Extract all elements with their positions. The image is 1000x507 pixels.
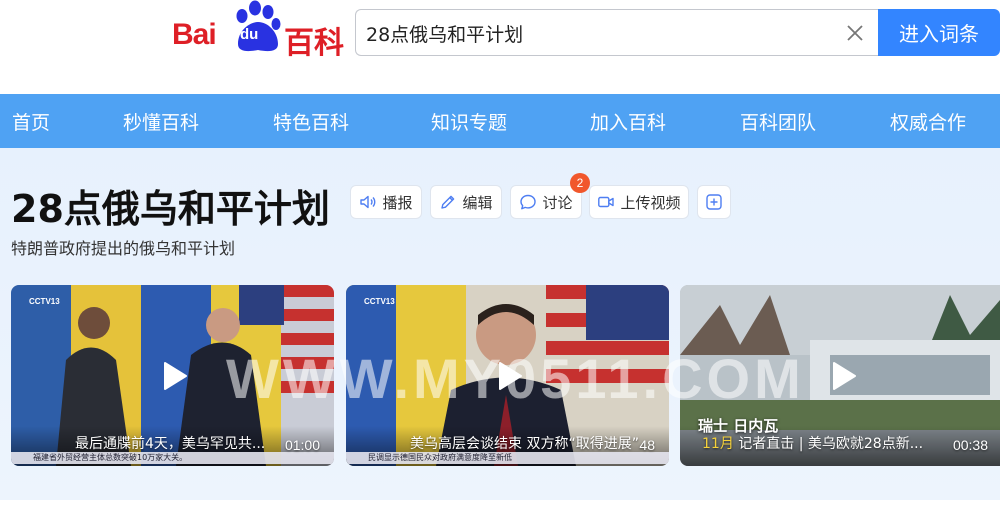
baidu-baike-logo[interactable]: Bai du 百科 bbox=[172, 0, 344, 61]
plus-square-icon bbox=[706, 194, 722, 210]
header: Bai du 百科 进入词条 bbox=[0, 0, 1000, 94]
nav-item-home[interactable]: 首页 bbox=[12, 108, 50, 135]
search-input[interactable] bbox=[366, 18, 836, 48]
edit-label: 编辑 bbox=[462, 193, 493, 212]
entry-subtitle: 特朗普政府提出的俄乌和平计划 bbox=[11, 239, 236, 258]
play-icon bbox=[499, 362, 522, 390]
video-duration: 00:38 bbox=[952, 437, 988, 453]
enter-entry-button[interactable]: 进入词条 bbox=[878, 9, 1000, 56]
speaker-icon bbox=[360, 195, 376, 209]
edit-button[interactable]: 编辑 bbox=[430, 185, 502, 219]
nav-item-team[interactable]: 百科团队 bbox=[740, 108, 816, 135]
upload-video-label: 上传视频 bbox=[620, 193, 681, 212]
discuss-button[interactable]: 讨论 bbox=[510, 185, 582, 219]
play-icon bbox=[164, 362, 187, 390]
discuss-count-badge: 2 bbox=[570, 173, 590, 193]
video-title: 最后通牒前4天，美乌罕见共... bbox=[75, 436, 266, 452]
logo-du-text: du bbox=[240, 26, 259, 43]
video-card[interactable]: CCTV13 民调显示德国民众对政府满意度降至新低 美乌高层会谈结束 双方称“取… bbox=[346, 285, 669, 466]
video-title-text: 记者直击 | 美乌欧就28点新... bbox=[738, 436, 924, 452]
news-ticker: 福建省外贸经营主体总数突破10万家大关。 bbox=[11, 452, 334, 464]
entry-title: 28点俄乌和平计划 bbox=[11, 187, 330, 231]
entry-main: 28点俄乌和平计划 特朗普政府提出的俄乌和平计划 播报 编辑 讨论 2 上传视频 bbox=[0, 148, 1000, 500]
bottom-strip bbox=[0, 500, 1000, 507]
logo-baike-text: 百科 bbox=[284, 26, 344, 61]
video-card[interactable]: CCTV13 福建省外贸经营主体总数突破10万家大关。 最后通牒前4天，美乌罕见… bbox=[11, 285, 334, 466]
play-icon bbox=[833, 362, 856, 390]
nav-item-cooperation[interactable]: 权威合作 bbox=[890, 108, 966, 135]
nav-item-miaodong[interactable]: 秒懂百科 bbox=[123, 108, 199, 135]
upload-video-button[interactable]: 上传视频 bbox=[589, 185, 689, 219]
pencil-icon bbox=[441, 195, 455, 209]
more-add-button[interactable] bbox=[697, 185, 731, 219]
chat-bubble-icon bbox=[520, 194, 537, 210]
play-audio-button[interactable]: 播报 bbox=[350, 185, 422, 219]
discuss-label: 讨论 bbox=[542, 193, 573, 212]
logo-bai-text: Bai bbox=[172, 18, 217, 51]
video-title: 美乌高层会谈结束 双方称“取得进展” bbox=[410, 436, 639, 452]
nav-item-join[interactable]: 加入百科 bbox=[590, 108, 666, 135]
video-camera-icon bbox=[598, 196, 615, 208]
channel-logo: CCTV13 bbox=[364, 297, 395, 306]
video-duration: 48 bbox=[639, 437, 655, 453]
video-title: 11月 记者直击 | 美乌欧就28点新... bbox=[702, 433, 923, 453]
search-box bbox=[355, 9, 878, 56]
nav-item-topics[interactable]: 知识专题 bbox=[431, 108, 507, 135]
date-text: 11月 bbox=[702, 436, 734, 452]
video-duration: 01:00 bbox=[284, 437, 320, 453]
video-card[interactable]: 瑞士 日内瓦 11月 记者直击 | 美乌欧就28点新... 00:38 bbox=[680, 285, 1000, 466]
nav-item-featured[interactable]: 特色百科 bbox=[273, 108, 349, 135]
channel-logo: CCTV13 bbox=[29, 297, 60, 306]
main-nav: 首页 秒懂百科 特色百科 知识专题 加入百科 百科团队 权威合作 bbox=[0, 94, 1000, 148]
clear-icon[interactable] bbox=[844, 22, 866, 44]
play-audio-label: 播报 bbox=[382, 193, 413, 212]
news-ticker: 民调显示德国民众对政府满意度降至新低 bbox=[346, 452, 669, 464]
